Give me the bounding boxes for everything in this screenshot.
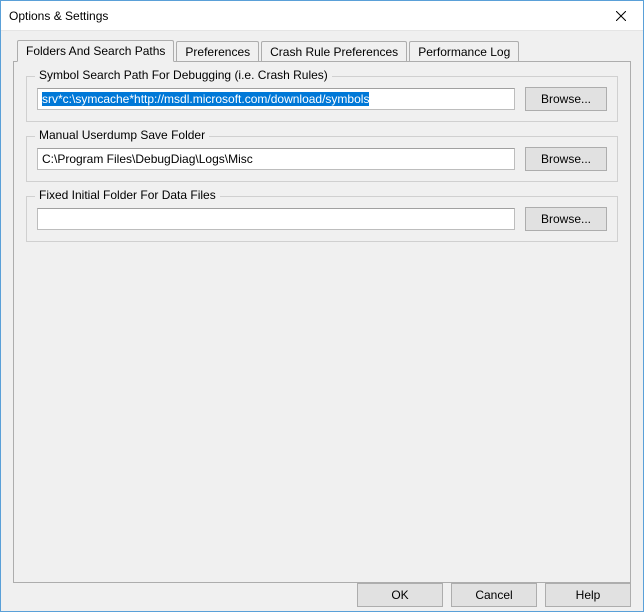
tab-panel-folders: Symbol Search Path For Debugging (i.e. C… (13, 61, 631, 583)
userdump-folder-value: C:\Program Files\DebugDiag\Logs\Misc (42, 152, 253, 166)
fixed-folder-input[interactable] (37, 208, 515, 230)
symbol-search-path-value: srv*c:\symcache*http://msdl.microsoft.co… (42, 92, 369, 106)
dialog-footer: OK Cancel Help (1, 583, 643, 615)
tab-performance-log[interactable]: Performance Log (409, 41, 519, 63)
browse-fixed-button[interactable]: Browse... (525, 207, 607, 231)
tab-strip: Folders And Search Paths Preferences Cra… (17, 40, 631, 62)
group-legend: Manual Userdump Save Folder (35, 128, 209, 142)
symbol-search-path-input[interactable]: srv*c:\symcache*http://msdl.microsoft.co… (37, 88, 515, 110)
titlebar: Options & Settings (1, 1, 643, 31)
browse-userdump-button[interactable]: Browse... (525, 147, 607, 171)
userdump-folder-input[interactable]: C:\Program Files\DebugDiag\Logs\Misc (37, 148, 515, 170)
browse-symbol-button[interactable]: Browse... (525, 87, 607, 111)
close-icon (616, 11, 626, 21)
group-legend: Symbol Search Path For Debugging (i.e. C… (35, 68, 332, 82)
tab-crash-rule-preferences[interactable]: Crash Rule Preferences (261, 41, 407, 63)
window-title: Options & Settings (9, 9, 598, 23)
group-legend: Fixed Initial Folder For Data Files (35, 188, 220, 202)
group-symbol-search-path: Symbol Search Path For Debugging (i.e. C… (26, 76, 618, 122)
close-button[interactable] (598, 1, 643, 30)
options-settings-dialog: Options & Settings Folders And Search Pa… (0, 0, 644, 612)
help-button[interactable]: Help (545, 583, 631, 607)
group-manual-userdump-folder: Manual Userdump Save Folder C:\Program F… (26, 136, 618, 182)
content-area: Folders And Search Paths Preferences Cra… (1, 31, 643, 583)
ok-button[interactable]: OK (357, 583, 443, 607)
tab-folders-and-search-paths[interactable]: Folders And Search Paths (17, 40, 174, 62)
cancel-button[interactable]: Cancel (451, 583, 537, 607)
tab-preferences[interactable]: Preferences (176, 41, 259, 63)
group-fixed-initial-folder: Fixed Initial Folder For Data Files Brow… (26, 196, 618, 242)
